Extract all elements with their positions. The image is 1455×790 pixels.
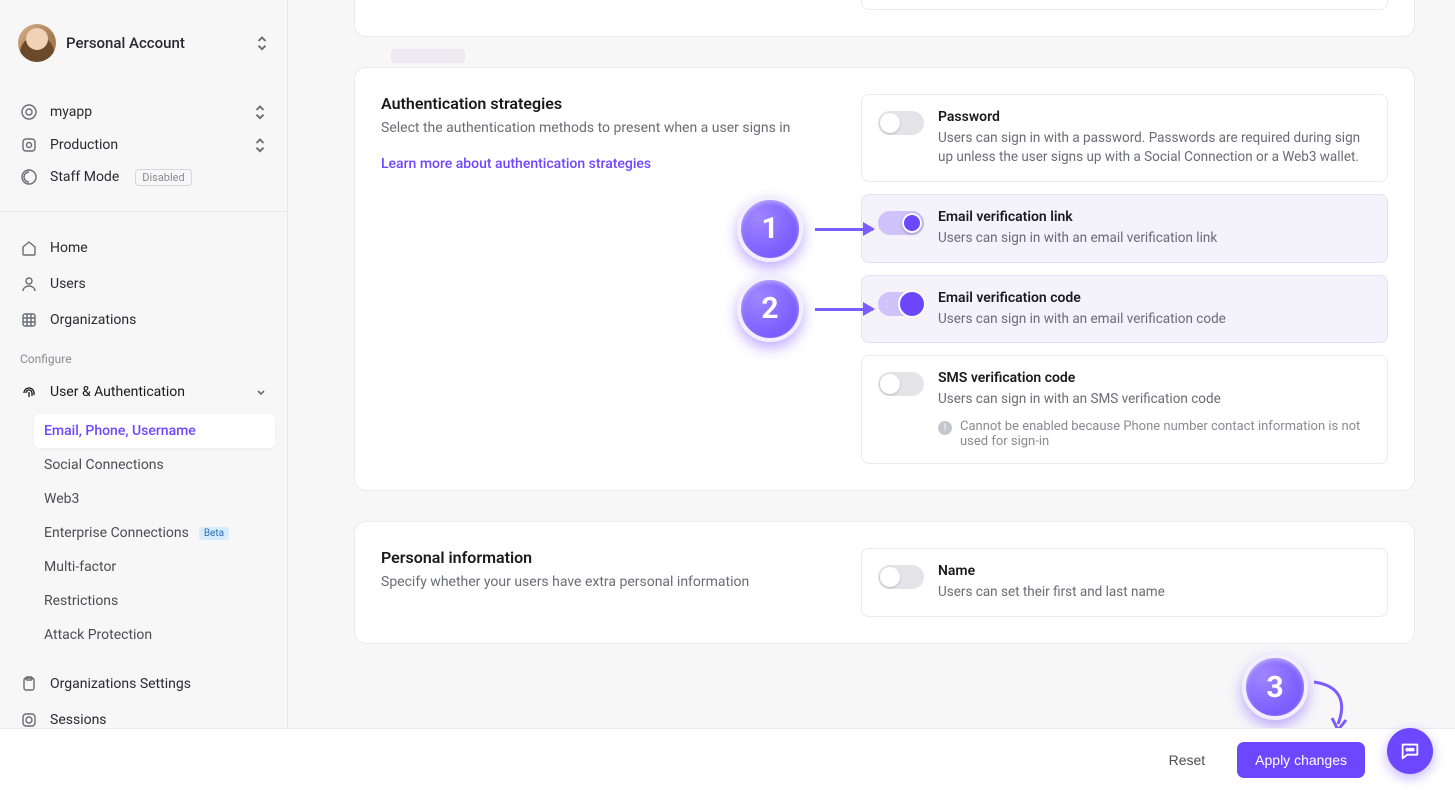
subnav-restrictions[interactable]: Restrictions: [34, 584, 275, 618]
card-title: Authentication strategies: [381, 94, 821, 113]
opt-sms: SMS verification code Users can sign in …: [861, 355, 1388, 464]
nav-organizations[interactable]: Organizations: [12, 302, 275, 338]
org-icon: [20, 311, 38, 329]
env-name: Production: [50, 137, 241, 153]
avatar: [18, 24, 56, 62]
sidebar: Personal Account myapp Production Staff …: [0, 0, 288, 790]
warning-text: Cannot be enabled because Phone number c…: [960, 419, 1371, 449]
opt-title: Email verification code: [938, 290, 1371, 306]
toggle-email-code[interactable]: [878, 292, 924, 316]
app-icon: [20, 103, 38, 121]
toggle-password[interactable]: [878, 111, 924, 135]
nav-users[interactable]: Users: [12, 266, 275, 302]
cube-icon: [20, 136, 38, 154]
personal-info-card: Personal information Specify whether you…: [354, 521, 1415, 644]
env-switcher[interactable]: Production: [12, 129, 275, 162]
reset-button[interactable]: Reset: [1157, 744, 1218, 776]
subnav-label: Attack Protection: [44, 627, 152, 643]
annotation-bubble-2: 2: [737, 276, 803, 342]
divider: [0, 211, 287, 212]
subnav-label: Restrictions: [44, 593, 118, 609]
subnav-label: Email, Phone, Username: [44, 423, 196, 439]
subnav-label: Multi-factor: [44, 559, 116, 575]
opt-title: Password: [938, 109, 1371, 125]
subnav-email-phone-username[interactable]: Email, Phone, Username: [34, 414, 275, 448]
sessions-icon: [20, 711, 38, 729]
opt-title: Name: [938, 563, 1371, 579]
apply-changes-button[interactable]: Apply changes: [1237, 742, 1365, 778]
username-card: Specify whether your users have a unique…: [354, 0, 1415, 37]
opt-desc: Users can sign in with an email verifica…: [938, 310, 1371, 329]
annotation-arrow-2: [815, 308, 873, 311]
opt-password: Password Users can sign in with a passwo…: [861, 94, 1388, 182]
home-icon: [20, 239, 38, 257]
account-switcher[interactable]: Personal Account: [12, 18, 275, 68]
footer-bar: Reset Apply changes: [0, 728, 1455, 790]
chevron-down-icon: [255, 386, 267, 398]
chat-fab[interactable]: [1387, 728, 1433, 774]
nav-label: Users: [50, 276, 86, 292]
opt-title: Email verification link: [938, 209, 1371, 225]
nav-org-settings[interactable]: Organizations Settings: [12, 666, 275, 702]
learn-more-link[interactable]: Learn more about authentication strategi…: [381, 156, 651, 172]
subnav-label: Web3: [44, 491, 79, 507]
auth-strategies-card: Authentication strategies Select the aut…: [354, 67, 1415, 491]
nav-label: Home: [50, 240, 88, 256]
subnav-web3[interactable]: Web3: [34, 482, 275, 516]
clipboard-icon: [20, 675, 38, 693]
staff-mode-row[interactable]: Staff Mode Disabled: [12, 161, 275, 193]
subnav-enterprise[interactable]: Enterprise Connections Beta: [34, 516, 275, 550]
opt-email-code: Email verification code Users can sign i…: [861, 275, 1388, 344]
toggle-name[interactable]: [878, 565, 924, 589]
opt-warning: ! Cannot be enabled because Phone number…: [938, 419, 1371, 449]
opt-name: Name Users can set their first and last …: [861, 548, 1388, 617]
nav-label: Sessions: [50, 712, 107, 728]
opt-desc: Users can sign in with an SMS verificati…: [938, 390, 1371, 409]
chat-icon: [1399, 740, 1421, 762]
username-option: Users can set usernames to their account: [861, 0, 1388, 10]
configure-header: Configure: [12, 338, 275, 374]
nav-label: User & Authentication: [50, 384, 185, 400]
chevron-updown-icon: [253, 103, 267, 122]
nav-label: Organizations: [50, 312, 136, 328]
subnav-label: Enterprise Connections: [44, 525, 189, 541]
subnav-label: Social Connections: [44, 457, 164, 473]
subnav-social[interactable]: Social Connections: [34, 448, 275, 482]
opt-title: SMS verification code: [938, 370, 1371, 386]
opt-desc: Users can sign in with an email verifica…: [938, 229, 1371, 248]
annotation-bubble-3: 3: [1242, 654, 1308, 720]
account-label: Personal Account: [66, 34, 245, 52]
beta-badge: Beta: [199, 527, 229, 540]
user-icon: [20, 275, 38, 293]
card-desc: Select the authentication methods to pre…: [381, 119, 821, 139]
card-title: Personal information: [381, 548, 821, 567]
chevron-updown-icon: [255, 34, 269, 53]
nav-home[interactable]: Home: [12, 230, 275, 266]
app-name: myapp: [50, 104, 241, 120]
annotation-arrow-1: [815, 228, 873, 231]
nav-user-auth[interactable]: User & Authentication: [12, 374, 275, 410]
opt-desc: Users can sign in with a password. Passw…: [938, 129, 1371, 167]
opt-email-link: Email verification link Users can sign i…: [861, 194, 1388, 263]
warning-icon: !: [938, 421, 952, 435]
toggle-email-link[interactable]: [878, 211, 924, 235]
main-content: Specify whether your users have a unique…: [288, 0, 1455, 728]
toggle-sms[interactable]: [878, 372, 924, 396]
app-switcher[interactable]: myapp: [12, 96, 275, 129]
annotation-bubble-1: 1: [737, 196, 803, 262]
staff-mode-badge: Disabled: [135, 169, 191, 186]
card-desc: Specify whether your users have extra pe…: [381, 573, 821, 593]
fingerprint-icon: [20, 383, 38, 401]
staff-mode-label: Staff Mode: [50, 169, 119, 185]
subnav-attack-protection[interactable]: Attack Protection: [34, 618, 275, 652]
opt-desc: Users can set their first and last name: [938, 583, 1371, 602]
chevron-updown-icon: [253, 136, 267, 155]
skeleton-placeholder: [391, 49, 465, 63]
subnav-multifactor[interactable]: Multi-factor: [34, 550, 275, 584]
staff-icon: [20, 168, 38, 186]
nav-label: Organizations Settings: [50, 676, 191, 692]
